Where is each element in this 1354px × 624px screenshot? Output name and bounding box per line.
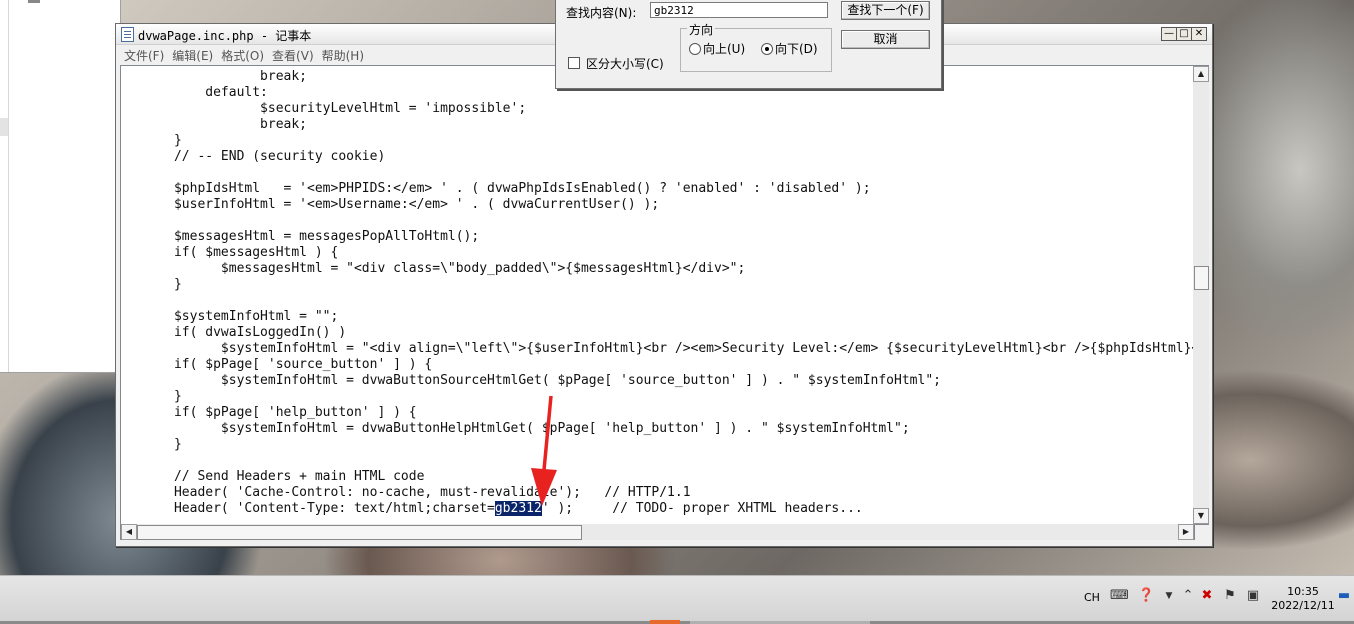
direction-up-radio[interactable]	[689, 43, 701, 55]
notepad-icon	[121, 27, 134, 42]
horizontal-scroll-thumb[interactable]	[137, 525, 582, 540]
background-window-edge	[28, 0, 40, 3]
menu-edit[interactable]: 编辑(E)	[172, 47, 213, 64]
find-next-button[interactable]: 查找下一个(F)	[841, 1, 930, 20]
find-dialog[interactable]: 查找内容(N): gb2312 查找下一个(F) 取消 区分大小写(C) 方向 …	[555, 0, 942, 89]
background-window[interactable]	[0, 0, 121, 373]
taskbar-button-edge	[650, 620, 870, 624]
horizontal-scrollbar[interactable]: ◀ ▶	[120, 524, 1195, 540]
code-text: break; default: $securityLevelHtml = 'im…	[127, 69, 1193, 517]
scroll-down-arrow-icon[interactable]: ▼	[1193, 508, 1209, 524]
background-window-tab	[0, 118, 8, 136]
text-editor[interactable]: break; default: $securityLevelHtml = 'im…	[120, 65, 1194, 525]
find-what-input[interactable]: gb2312	[650, 2, 828, 18]
taskbar: CH ⌨ ❓ ▼ ⌃ ✖ ⚑ ▣ 10:35 2022/12/11 ▬	[0, 575, 1354, 624]
help-icon[interactable]: ❓	[1138, 588, 1154, 604]
minimize-button[interactable]: —	[1161, 27, 1177, 41]
find-what-label: 查找内容(N):	[566, 6, 637, 20]
vertical-scroll-thumb[interactable]	[1194, 266, 1209, 290]
action-center-flag-icon[interactable]: ⚑	[1222, 588, 1238, 604]
menu-help[interactable]: 帮助(H)	[322, 47, 364, 64]
direction-up-label: 向上(U)	[703, 42, 746, 56]
window-title: dvwaPage.inc.php - 记事本	[138, 29, 312, 43]
direction-label: 方向	[687, 21, 716, 38]
selected-text: gb2312	[494, 501, 542, 516]
show-hidden-icons-icon[interactable]: ⌃	[1180, 588, 1196, 604]
close-button[interactable]: ✕	[1191, 27, 1207, 41]
match-case-checkbox[interactable]	[568, 57, 580, 69]
menu-format[interactable]: 格式(O)	[221, 47, 264, 64]
direction-down-radio[interactable]	[761, 43, 773, 55]
system-clock[interactable]: 10:35 2022/12/11	[1268, 585, 1338, 613]
cancel-button[interactable]: 取消	[841, 30, 930, 49]
code-after-selection: ' ); // TODO- proper XHTML headers...	[541, 501, 863, 516]
network-error-icon[interactable]: ✖	[1199, 588, 1215, 604]
clock-time: 10:35	[1287, 585, 1319, 598]
input-language-indicator[interactable]: CH	[1084, 591, 1100, 604]
menu-file[interactable]: 文件(F)	[124, 47, 164, 64]
background-window-divider	[8, 0, 9, 372]
code-before-selection: break; default: $securityLevelHtml = 'im…	[173, 69, 1193, 516]
notepad-window[interactable]: dvwaPage.inc.php - 记事本 — □ ✕ 文件(F) 编辑(E) 格…	[115, 23, 1213, 547]
keyboard-icon[interactable]: ⌨	[1110, 588, 1129, 604]
vertical-scrollbar[interactable]: ▲ ▼	[1193, 65, 1209, 525]
scroll-right-arrow-icon[interactable]: ▶	[1178, 524, 1194, 540]
clock-date: 2022/12/11	[1271, 599, 1335, 612]
options-dropdown-icon[interactable]: ▼	[1161, 588, 1177, 604]
match-case-label: 区分大小写(C)	[586, 57, 664, 71]
scroll-left-arrow-icon[interactable]: ◀	[121, 524, 137, 540]
maximize-button[interactable]: □	[1176, 27, 1192, 41]
menu-view[interactable]: 查看(V)	[272, 47, 314, 64]
show-desktop-icon[interactable]: ▬	[1336, 588, 1352, 604]
direction-down-label: 向下(D)	[775, 42, 818, 56]
direction-group: 方向 向上(U) 向下(D)	[680, 21, 832, 72]
scroll-up-arrow-icon[interactable]: ▲	[1193, 66, 1209, 82]
network-icon[interactable]: ▣	[1245, 588, 1261, 604]
